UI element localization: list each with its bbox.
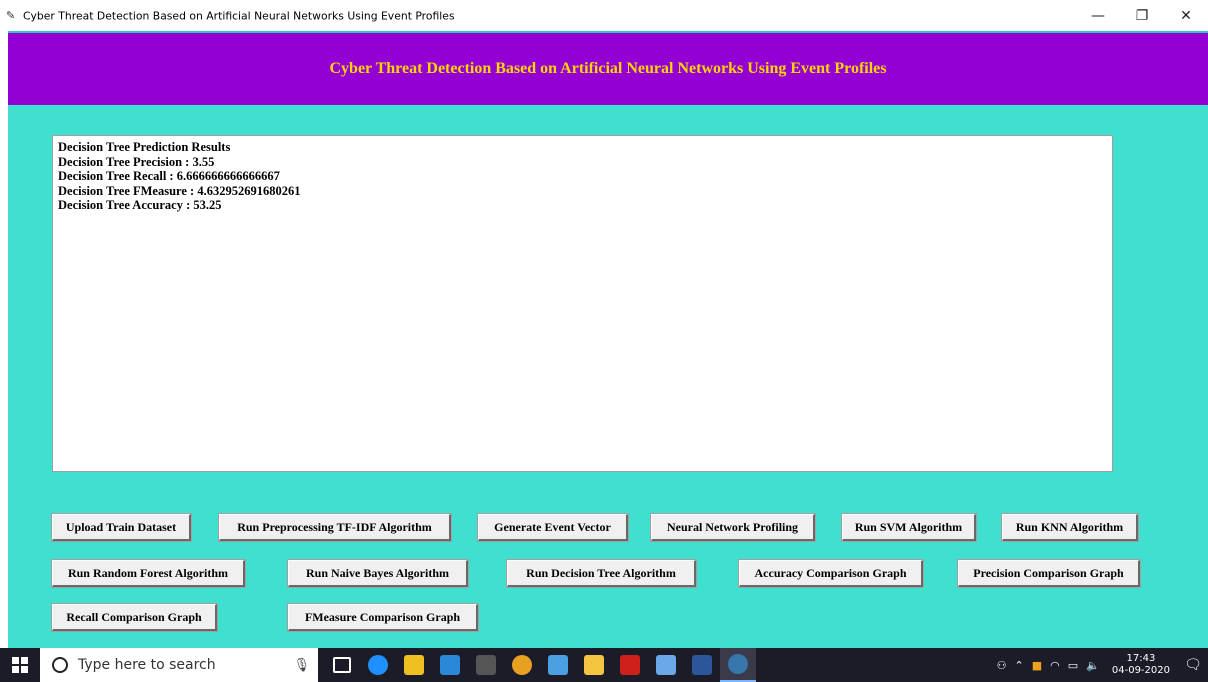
fmeasure-comparison-graph-button[interactable]: FMeasure Comparison Graph [287,603,479,632]
python-icon[interactable] [720,648,756,682]
app-window: ✎ Cyber Threat Detection Based on Artifi… [0,0,1208,682]
wifi-icon[interactable]: ◠ [1050,659,1060,672]
volume-icon[interactable]: 🔈 [1086,659,1100,672]
run-svm-button[interactable]: Run SVM Algorithm [841,513,977,542]
chevron-up-icon[interactable]: ⌃ [1015,659,1024,672]
taskbar: Type here to search 🎙 ⚇ ⌃ ■ ◠ ▭ 🔈 17:43 … [0,648,1208,682]
upload-train-dataset-button[interactable]: Upload Train Dataset [51,513,192,542]
acrobat-icon[interactable] [612,648,648,682]
restore-icon: ❐ [1135,7,1149,24]
terminal-icon[interactable] [468,648,504,682]
result-line: Decision Tree Precision : 3.55 [58,154,215,169]
recall-comparison-graph-button[interactable]: Recall Comparison Graph [51,603,218,632]
restore-button[interactable]: ❐ [1120,0,1164,31]
paint-icon[interactable] [540,648,576,682]
window-titlebar: ✎ Cyber Threat Detection Based on Artifi… [0,0,1208,31]
generate-event-vector-button[interactable]: Generate Event Vector [477,513,629,542]
notepad-icon[interactable] [648,648,684,682]
result-line: Decision Tree Recall : 6.666666666666667 [58,169,280,183]
store-icon[interactable] [396,648,432,682]
system-tray: ⚇ ⌃ ■ ◠ ▭ 🔈 17:43 04-09-2020 🗨 [993,648,1208,682]
clock-date: 04-09-2020 [1111,665,1170,676]
notification-icon[interactable]: 🗨 [1178,648,1208,682]
results-text-area[interactable]: Decision Tree Prediction Results Decisio… [52,135,1113,472]
chrome-icon[interactable] [504,648,540,682]
window-controls: — ❐ ✕ [1076,0,1208,31]
accuracy-comparison-graph-button[interactable]: Accuracy Comparison Graph [738,559,924,588]
edge-icon[interactable] [360,648,396,682]
clock-time: 17:43 [1126,653,1156,664]
result-line: Decision Tree FMeasure : 4.6329526916802… [58,183,301,198]
neural-network-profiling-button[interactable]: Neural Network Profiling [650,513,816,542]
mail-icon[interactable] [432,648,468,682]
task-view-icon[interactable] [324,648,360,682]
battery-icon[interactable]: ▭ [1068,659,1078,672]
taskbar-clock[interactable]: 17:43 04-09-2020 [1112,653,1170,677]
minimize-button[interactable]: — [1076,0,1120,31]
taskbar-search-box[interactable]: Type here to search 🎙 [40,648,318,682]
header-band: Cyber Threat Detection Based on Artifici… [8,31,1208,105]
run-decision-tree-button[interactable]: Run Decision Tree Algorithm [506,559,697,588]
run-naive-bayes-button[interactable]: Run Naive Bayes Algorithm [287,559,469,588]
cortana-icon [52,657,68,673]
minimize-icon: — [1091,7,1105,24]
app-tray-icon[interactable]: ■ [1032,659,1042,672]
window-title: Cyber Threat Detection Based on Artifici… [23,9,455,22]
word-icon[interactable] [684,648,720,682]
feather-app-icon: ✎ [6,9,16,22]
precision-comparison-graph-button[interactable]: Precision Comparison Graph [957,559,1141,588]
run-knn-button[interactable]: Run KNN Algorithm [1001,513,1139,542]
page-heading: Cyber Threat Detection Based on Artifici… [329,60,887,77]
close-button[interactable]: ✕ [1164,0,1208,31]
result-line: Decision Tree Prediction Results [58,140,231,154]
people-icon[interactable]: ⚇ [997,659,1007,672]
run-random-forest-button[interactable]: Run Random Forest Algorithm [51,559,246,588]
file-explorer-icon[interactable] [576,648,612,682]
run-preprocessing-button[interactable]: Run Preprocessing TF-IDF Algorithm [218,513,452,542]
close-icon: ✕ [1180,7,1192,24]
search-placeholder: Type here to search [78,657,216,673]
start-button[interactable] [0,648,40,682]
windows-logo-icon [12,657,28,673]
microphone-icon[interactable]: 🎙 [293,657,310,673]
taskbar-pinned-apps [324,648,756,682]
result-line: Decision Tree Accuracy : 53.25 [58,198,222,212]
main-panel: Cyber Threat Detection Based on Artifici… [8,31,1208,648]
